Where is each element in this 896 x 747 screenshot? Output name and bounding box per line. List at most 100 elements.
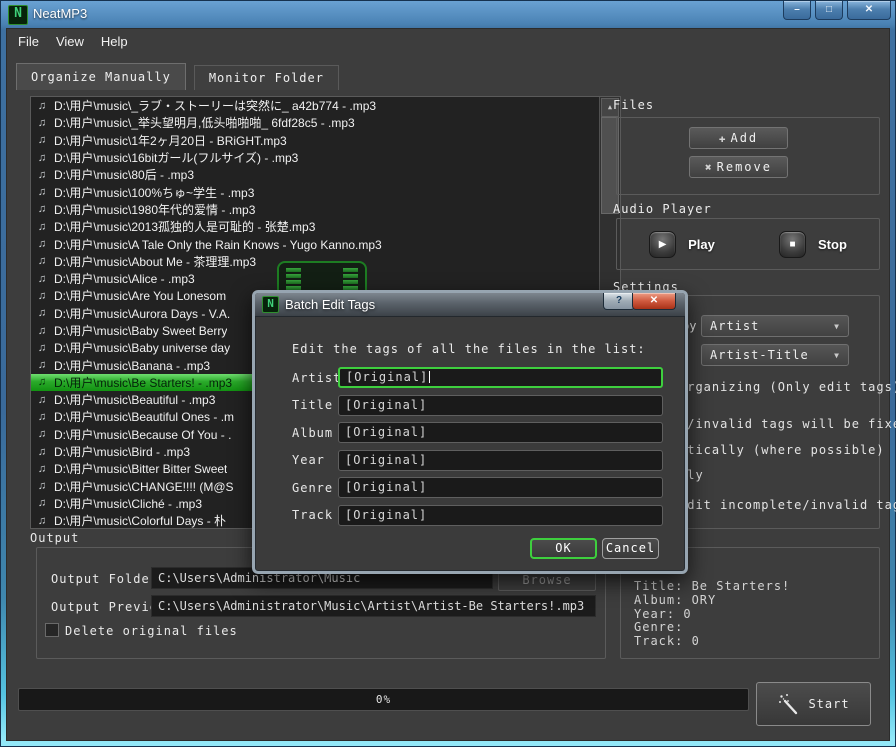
menu-file[interactable]: File	[18, 34, 39, 49]
file-list-row[interactable]: ♫ D:\用户\music\1年2ヶ月20日 - BRiGHT.mp3	[31, 132, 620, 149]
dialog-field-row: Title [Original]	[292, 395, 663, 416]
file-list-row[interactable]: ♫ D:\用户\music\16bitガール(フルサイズ) - .mp3	[31, 149, 620, 166]
field-input[interactable]: [Original]	[338, 505, 663, 526]
play-button[interactable]: ▶	[649, 231, 676, 258]
field-input[interactable]: [Original]	[338, 450, 663, 471]
field-label: Year	[292, 453, 338, 467]
file-path: D:\用户\music\Bird - .mp3	[54, 443, 190, 460]
field-label: Track	[292, 508, 338, 522]
music-note-icon: ♫	[35, 152, 49, 164]
stop-button[interactable]: ■	[779, 231, 806, 258]
file-path: D:\用户\music\Bitter Bitter Sweet	[54, 460, 227, 477]
music-note-icon: ♫	[35, 515, 49, 527]
file-list-row[interactable]: ♫ D:\用户\music\_举头望明月,低头啪啪啪_ 6fdf28c5 - .…	[31, 114, 620, 131]
dialog-close-button[interactable]: ✕	[632, 293, 676, 310]
window-controls: – □ ✕	[783, 1, 891, 20]
output-preview-label: Output Preview	[51, 600, 166, 614]
magic-wand-icon	[777, 692, 801, 716]
stop-control: ■ Stop	[779, 231, 847, 258]
organize-by-value: Artist	[710, 319, 759, 333]
file-list-row[interactable]: ♫ D:\用户\music\2013孤独的人是可耻的 - 张楚.mp3	[31, 218, 620, 235]
field-value: [Original]	[345, 508, 427, 522]
dialog-field-row: Track [Original]	[292, 505, 663, 526]
file-path: D:\用户\music\Baby universe day	[54, 339, 230, 356]
settings-option-text: atically (where possible)	[679, 443, 885, 457]
field-input[interactable]: [Original]	[338, 422, 663, 443]
music-note-icon: ♫	[35, 497, 49, 509]
file-list-row[interactable]: ♫ D:\用户\music\80后 - .mp3	[31, 166, 620, 183]
dialog-help-button[interactable]: ?	[603, 293, 635, 310]
output-folder-label: Output Folder	[51, 572, 158, 586]
file-path: D:\用户\music\Baby Sweet Berry	[54, 322, 227, 339]
music-note-icon: ♫	[35, 134, 49, 146]
tab-monitor-folder[interactable]: Monitor Folder	[194, 65, 339, 90]
window-frame: N NeatMP3 – □ ✕ File View Help Organize Ma…	[0, 0, 896, 747]
equalizer-bars-left	[286, 268, 301, 290]
minimize-button[interactable]: –	[783, 1, 811, 20]
cancel-button[interactable]: Cancel	[602, 538, 659, 559]
field-input[interactable]: [Original]	[338, 395, 663, 416]
field-input[interactable]: [Original]	[338, 367, 663, 388]
settings-option-text: organizing (Only edit tags)	[679, 380, 896, 394]
remove-button-label: Remove	[717, 160, 772, 174]
file-list-row[interactable]: ♫ D:\用户\music\100%ちゅ~学生 - .mp3	[31, 183, 620, 200]
file-path: D:\用户\music\_举头望明月,低头啪啪啪_ 6fdf28c5 - .mp…	[54, 114, 355, 131]
remove-button[interactable]: ✖ Remove	[689, 156, 788, 178]
music-note-icon: ♫	[35, 376, 49, 388]
music-note-icon: ♫	[35, 169, 49, 181]
field-value: [Original]	[345, 480, 427, 494]
progress-bar: 0%	[18, 688, 749, 711]
file-path: D:\用户\music\Colorful Days - 朴	[54, 512, 226, 529]
menu-help[interactable]: Help	[101, 34, 128, 49]
audio-player-group-box: ▶ Play ■ Stop	[616, 218, 880, 270]
ok-button[interactable]: OK	[530, 538, 597, 559]
dialog-fields: Artist [Original] Title [Original] Album…	[292, 367, 663, 532]
file-list-row[interactable]: ♫ D:\用户\music\1980年代的爱情 - .mp3	[31, 201, 620, 218]
name-pattern-value: Artist-Title	[710, 348, 809, 362]
close-button[interactable]: ✕	[847, 1, 891, 20]
file-path: D:\用户\music\Cliché - .mp3	[54, 495, 202, 512]
dialog-field-row: Album [Original]	[292, 422, 663, 443]
music-note-icon: ♫	[35, 203, 49, 215]
batch-edit-tags-dialog: N Batch Edit Tags ? ✕ Edit the tags of a…	[252, 290, 688, 574]
organize-by-dropdown[interactable]: Artist ▼	[701, 315, 849, 337]
music-note-icon: ♫	[35, 394, 49, 406]
file-path: D:\用户\music\Alice - .mp3	[54, 270, 195, 287]
tag-info-line: Title: Be Starters!	[634, 580, 878, 594]
equalizer-bars-right	[343, 268, 358, 290]
file-path: D:\用户\music\1980年代的爱情 - .mp3	[54, 201, 255, 218]
file-path: D:\用户\music\_ラブ・ストーリーは突然に_ a42b774 - .mp…	[54, 97, 376, 114]
menu-view[interactable]: View	[56, 34, 84, 49]
file-path: D:\用户\music\80后 - .mp3	[54, 166, 194, 183]
output-section-label: Output	[30, 531, 79, 545]
name-pattern-dropdown[interactable]: Artist-Title ▼	[701, 344, 849, 366]
menu-bar: File View Help	[6, 28, 890, 55]
dialog-field-row: Artist [Original]	[292, 367, 663, 388]
file-list-row[interactable]: ♫ D:\用户\music\A Tale Only the Rain Knows…	[31, 235, 620, 252]
music-note-icon: ♫	[35, 342, 49, 354]
plus-icon: ✚	[719, 132, 726, 145]
field-value: [Original]	[345, 398, 427, 412]
music-note-icon: ♫	[35, 411, 49, 423]
start-button[interactable]: Start	[756, 682, 871, 726]
file-path: D:\用户\music\Be Starters! - .mp3	[54, 374, 232, 391]
file-path: D:\用户\music\Because Of You - .	[54, 426, 231, 443]
audio-player-section-label: Audio Player	[613, 202, 712, 216]
add-button-label: Add	[730, 131, 758, 145]
maximize-button[interactable]: □	[815, 1, 843, 20]
file-path: D:\用户\music\Beautiful - .mp3	[54, 391, 215, 408]
dialog-actions: OK Cancel	[255, 538, 685, 559]
music-note-icon: ♫	[35, 238, 49, 250]
field-value: [Original]	[345, 453, 427, 467]
music-note-icon: ♫	[35, 117, 49, 129]
field-input[interactable]: [Original]	[338, 477, 663, 498]
titlebar: N NeatMP3 – □ ✕	[0, 0, 896, 28]
files-section-label: Files	[613, 98, 654, 112]
delete-original-checkbox[interactable]	[45, 623, 59, 637]
window-title: NeatMP3	[33, 6, 87, 21]
chevron-down-icon: ▼	[834, 351, 840, 360]
start-button-label: Start	[808, 697, 849, 711]
add-button[interactable]: ✚ Add	[689, 127, 788, 149]
tab-organize-manually[interactable]: Organize Manually	[16, 63, 186, 90]
file-list-row[interactable]: ♫ D:\用户\music\_ラブ・ストーリーは突然に_ a42b774 - .…	[31, 97, 620, 114]
